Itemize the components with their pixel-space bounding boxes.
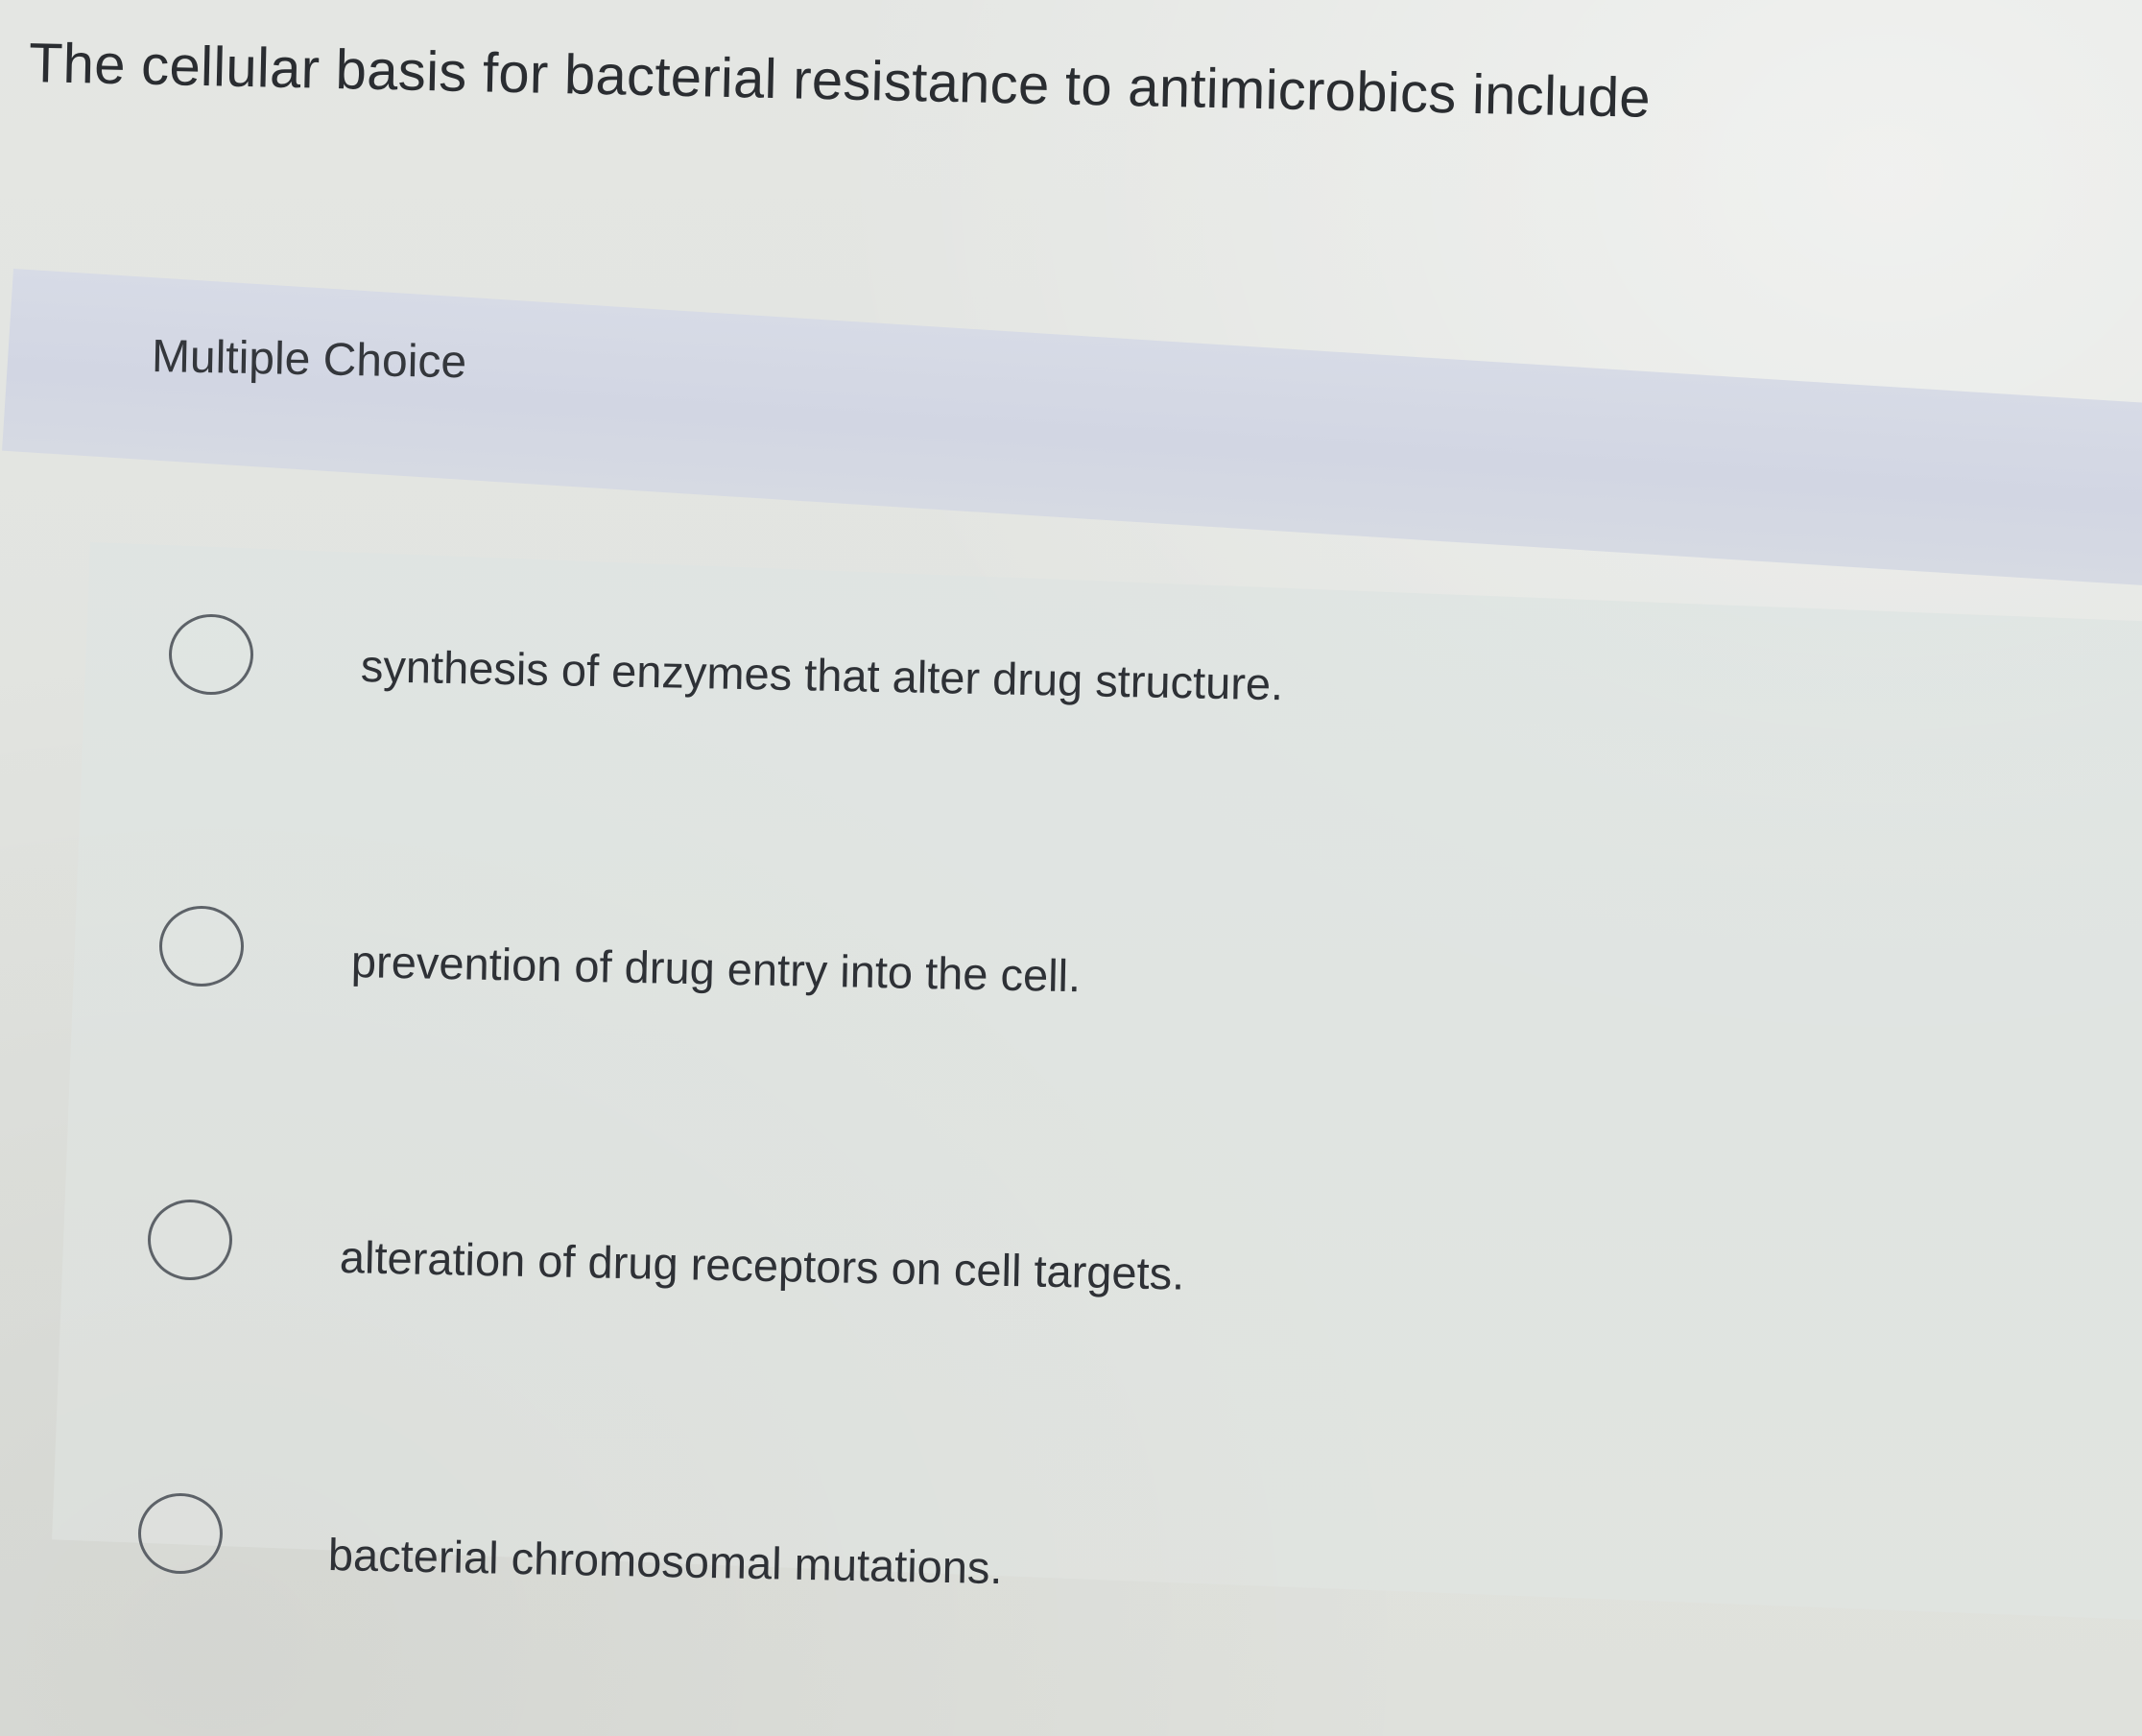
radio-button-2[interactable]	[159, 906, 244, 987]
radio-button-4[interactable]	[138, 1493, 223, 1574]
radio-button-3[interactable]	[148, 1200, 232, 1280]
question-page: The cellular basis for bacterial resista…	[0, 0, 2142, 1736]
multiple-choice-header-band	[2, 269, 2142, 587]
choice-option-4[interactable]: bacterial chromosomal mutations.	[0, 0, 2142, 1593]
multiple-choice-label: Multiple Choice	[151, 331, 467, 389]
radio-button-1[interactable]	[169, 614, 253, 695]
